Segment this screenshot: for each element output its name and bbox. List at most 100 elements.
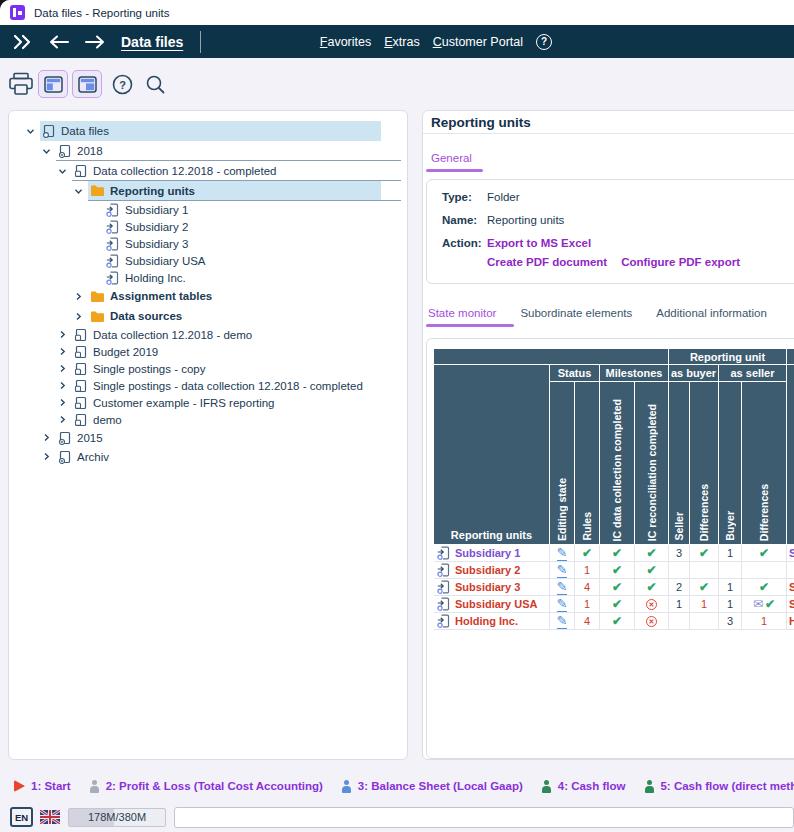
status-input[interactable]	[174, 807, 794, 828]
row-reporting-unit-name[interactable]: Subsidiary 2	[434, 562, 550, 579]
tab-general[interactable]: General	[431, 152, 472, 164]
table-cell	[690, 562, 719, 579]
envelope-icon[interactable]: ✉	[753, 598, 763, 610]
detail-tabs: State monitor Subordinate elements Addit…	[428, 307, 767, 319]
edit-pencil-icon[interactable]: ✎	[557, 580, 568, 595]
tree-item[interactable]: Holding Inc.	[15, 269, 401, 286]
tree-item[interactable]: Subsidiary 3	[15, 235, 401, 252]
table-cell: ✔	[690, 545, 719, 562]
memory-indicator[interactable]: 178M/380M	[68, 808, 166, 827]
table-cell: 3	[719, 613, 742, 630]
print-icon[interactable]	[8, 72, 34, 96]
taskbar-item[interactable]: 4: Cash flow	[542, 780, 626, 793]
chevron-right-icon[interactable]	[57, 380, 72, 391]
language-indicator[interactable]: EN	[10, 807, 33, 827]
table-cell: ✔	[742, 545, 787, 562]
tab-subordinate-elements[interactable]: Subordinate elements	[520, 307, 632, 319]
chevron-down-icon[interactable]	[57, 166, 72, 177]
nav-current-page[interactable]: Data files	[121, 34, 183, 50]
chevron-right-icon[interactable]	[57, 397, 72, 408]
unit-icon	[437, 563, 451, 577]
chevron-right-icon[interactable]	[41, 451, 56, 462]
tree-item[interactable]: Data files	[15, 121, 401, 141]
chevron-down-icon[interactable]	[41, 146, 56, 157]
row-reporting-unit-name[interactable]: Subsidiary 3	[434, 579, 550, 596]
edit-pencil-icon[interactable]: ✎	[557, 614, 568, 629]
tree-item[interactable]: Budget 2019	[15, 343, 401, 360]
link-configure-pdf[interactable]: Configure PDF export	[621, 256, 740, 268]
tree-item[interactable]: Reporting units	[15, 181, 401, 201]
folder-icon	[90, 290, 105, 303]
edit-pencil-icon[interactable]: ✎	[557, 563, 568, 578]
table-cell: 2	[669, 579, 690, 596]
tree-item-label: Subsidiary 3	[125, 238, 188, 250]
taskbar-item[interactable]: 2: Profit & Loss (Total Cost Accounting)	[90, 780, 323, 793]
tree-item[interactable]: Subsidiary USA	[15, 252, 401, 269]
row-reporting-unit-name[interactable]: Holding Inc.	[434, 613, 550, 630]
back-arrow-icon[interactable]	[48, 35, 70, 49]
toolbar: ?	[0, 58, 794, 110]
tree-item[interactable]: 2015	[15, 428, 401, 447]
tree-item[interactable]: demo	[15, 411, 401, 428]
toolbar-help-icon[interactable]: ?	[112, 74, 133, 95]
table-cell: S	[787, 579, 794, 596]
tab-additional-information[interactable]: Additional information	[656, 307, 767, 319]
edit-pencil-icon[interactable]: ✎	[557, 597, 568, 612]
tree-item[interactable]: 2018	[15, 141, 401, 161]
header-as-seller: as seller	[719, 365, 787, 382]
tree-item[interactable]: Data collection 12.2018 - completed	[15, 161, 401, 181]
link-export-excel[interactable]: Export to MS Excel	[487, 237, 591, 249]
app-logo-icon	[10, 5, 25, 20]
taskbar-item-label: 3: Balance Sheet (Local Gaap)	[358, 780, 523, 792]
chevron-down-icon[interactable]	[25, 126, 40, 137]
check-icon: ✔	[699, 547, 709, 559]
state-monitor-table: Reporting unit Reporting units Status Mi…	[434, 349, 794, 630]
chevron-right-icon[interactable]	[57, 363, 72, 374]
chevron-right-icon[interactable]	[57, 414, 72, 425]
table-cell: ✕	[635, 613, 669, 630]
table-cell: 1	[719, 545, 742, 562]
tree-item[interactable]: Single postings - copy	[15, 360, 401, 377]
menu-extras[interactable]: Extras	[384, 35, 419, 49]
help-icon[interactable]: ?	[536, 34, 552, 50]
search-icon[interactable]	[145, 74, 166, 95]
tree-item[interactable]: Subsidiary 1	[15, 201, 401, 218]
tree-item[interactable]: Data collection 12.2018 - demo	[15, 326, 401, 343]
tab-state-monitor[interactable]: State monitor	[428, 307, 496, 319]
taskbar-item[interactable]: 1: Start	[14, 780, 71, 792]
tree-item[interactable]: Subsidiary 2	[15, 218, 401, 235]
check-icon: ✔	[612, 615, 622, 627]
taskbar-item[interactable]: 3: Balance Sheet (Local Gaap)	[342, 780, 523, 793]
data-files-tree-panel: Data files2018Data collection 12.2018 - …	[8, 110, 408, 760]
tree-item-label: Data files	[61, 125, 109, 137]
header-next-partial	[787, 365, 794, 545]
layout-left-button[interactable]	[38, 70, 68, 98]
uk-flag-icon[interactable]	[40, 810, 60, 824]
tree-item[interactable]: Single postings - data collection 12.201…	[15, 377, 401, 394]
chevron-down-icon[interactable]	[73, 186, 88, 197]
link-create-pdf[interactable]: Create PDF document	[487, 256, 607, 268]
unit-icon	[106, 203, 120, 217]
chevron-right-icon[interactable]	[41, 432, 56, 443]
layout-right-button[interactable]	[72, 70, 102, 98]
row-reporting-unit-name[interactable]: Subsidiary 1	[434, 545, 550, 562]
tree-item[interactable]: Customer example - IFRS reporting	[15, 394, 401, 411]
menu-favorites[interactable]: Favorites	[320, 35, 371, 49]
tree-item-label: Reporting units	[110, 185, 195, 197]
chevron-right-icon[interactable]	[57, 329, 72, 340]
menu-customer-portal[interactable]: Customer Portal	[433, 35, 523, 49]
expand-menu-icon[interactable]	[12, 34, 34, 50]
tree-item[interactable]: Archiv	[15, 447, 401, 466]
chevron-right-icon[interactable]	[57, 346, 72, 357]
row-reporting-unit-name[interactable]: Subsidiary USA	[434, 596, 550, 613]
file-gear-icon	[58, 450, 72, 464]
edit-pencil-icon[interactable]: ✎	[557, 546, 568, 561]
forward-arrow-icon[interactable]	[84, 35, 106, 49]
taskbar-item[interactable]: 5: Cash flow (direct meth	[644, 780, 794, 793]
tree-item[interactable]: Assignment tables	[15, 286, 401, 306]
tree-item[interactable]: Data sources	[15, 306, 401, 326]
chevron-right-icon[interactable]	[73, 311, 88, 322]
tree-item-label: Assignment tables	[110, 290, 212, 302]
chevron-right-icon[interactable]	[73, 291, 88, 302]
table-cell: 4	[575, 613, 600, 630]
